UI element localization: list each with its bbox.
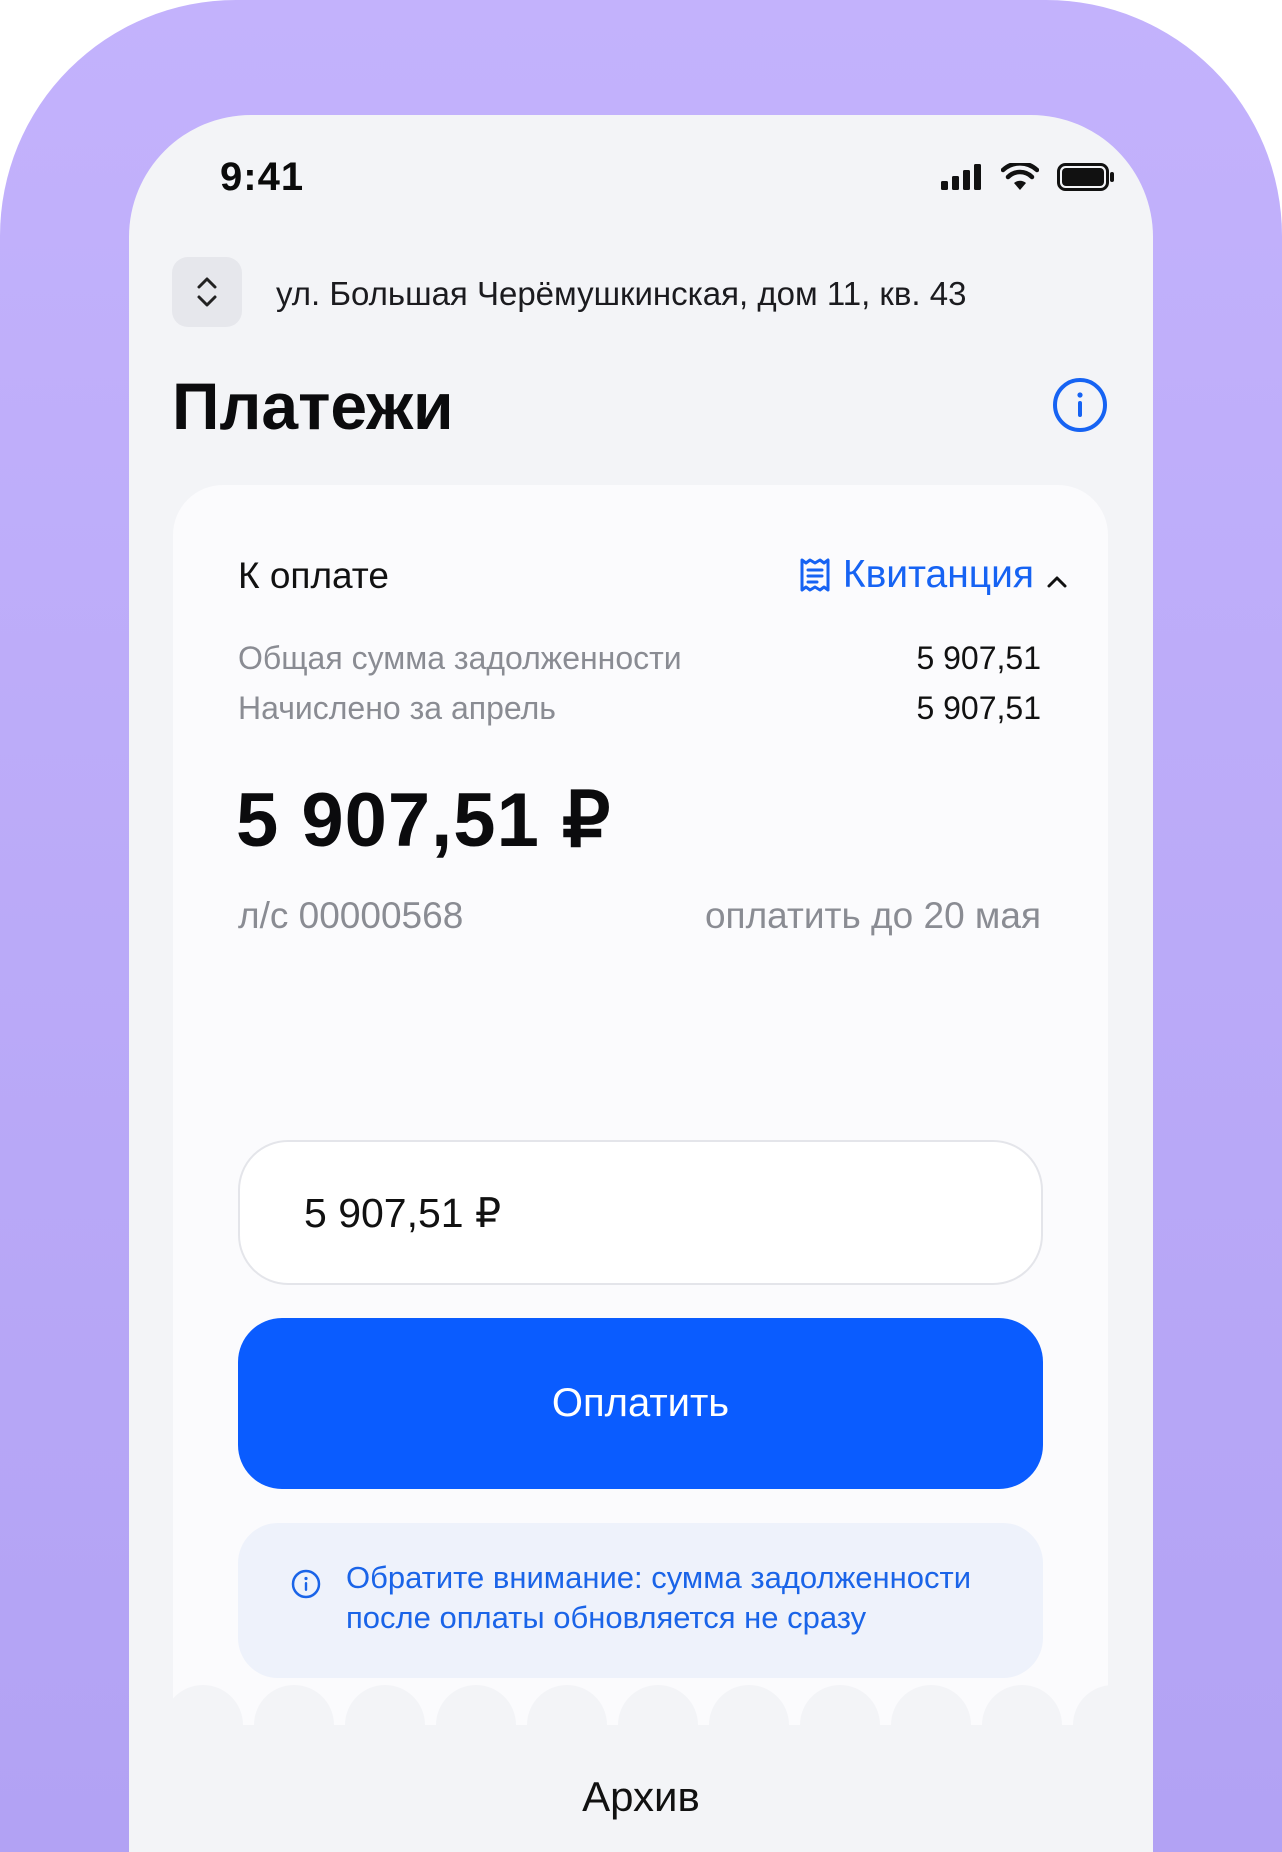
due-date: оплатить до 20 мая bbox=[704, 895, 1041, 936]
info-icon bbox=[1053, 378, 1107, 432]
page-title: Платежи bbox=[172, 369, 454, 443]
archive-tab[interactable]: Архив bbox=[129, 1773, 1153, 1821]
chevron-up-down-icon bbox=[197, 277, 217, 307]
wifi-icon bbox=[1001, 163, 1039, 190]
chevron-up-icon bbox=[1047, 576, 1067, 588]
card-scalloped-edge bbox=[173, 1685, 1108, 1765]
status-icons bbox=[941, 163, 1115, 191]
info-button[interactable] bbox=[1052, 377, 1108, 433]
phone-screen: 9:41 ул. Большая Черёмушкинская, дом 11,… bbox=[129, 115, 1153, 1852]
to-pay-label: К оплате bbox=[238, 555, 389, 596]
receipt-icon bbox=[800, 558, 830, 592]
total-debt-label: Общая сумма задолженности bbox=[238, 640, 682, 676]
account-number: л/с 00000568 bbox=[238, 895, 464, 936]
device-frame-background: 9:41 ул. Большая Черёмушкинская, дом 11,… bbox=[0, 0, 1282, 1852]
receipt-link-label: Квитанция bbox=[842, 553, 1034, 596]
notice-text: Обратите внимание: сумма задолженности п… bbox=[346, 1560, 972, 1635]
total-debt-value: 5 907,51 bbox=[916, 640, 1041, 676]
pay-button[interactable]: Оплатить bbox=[238, 1318, 1043, 1489]
address-switch-button[interactable] bbox=[172, 257, 242, 327]
info-icon bbox=[291, 1569, 321, 1599]
notice-banner: Обратите внимание: сумма задолженности п… bbox=[238, 1523, 1043, 1678]
total-amount: 5 907,51 ₽ bbox=[236, 778, 612, 863]
payment-card: К оплате Квитанция Общая сумма задолженн… bbox=[173, 485, 1108, 1765]
battery-icon bbox=[1057, 163, 1114, 191]
receipt-link[interactable]: Квитанция bbox=[799, 553, 1068, 597]
accrued-value: 5 907,51 bbox=[916, 690, 1041, 726]
address-label[interactable]: ул. Большая Черёмушкинская, дом 11, кв. … bbox=[276, 275, 966, 313]
accrued-label: Начислено за апрель bbox=[238, 690, 556, 726]
cellular-signal-icon bbox=[941, 164, 981, 190]
amount-input[interactable] bbox=[238, 1140, 1043, 1285]
status-time: 9:41 bbox=[220, 155, 305, 199]
